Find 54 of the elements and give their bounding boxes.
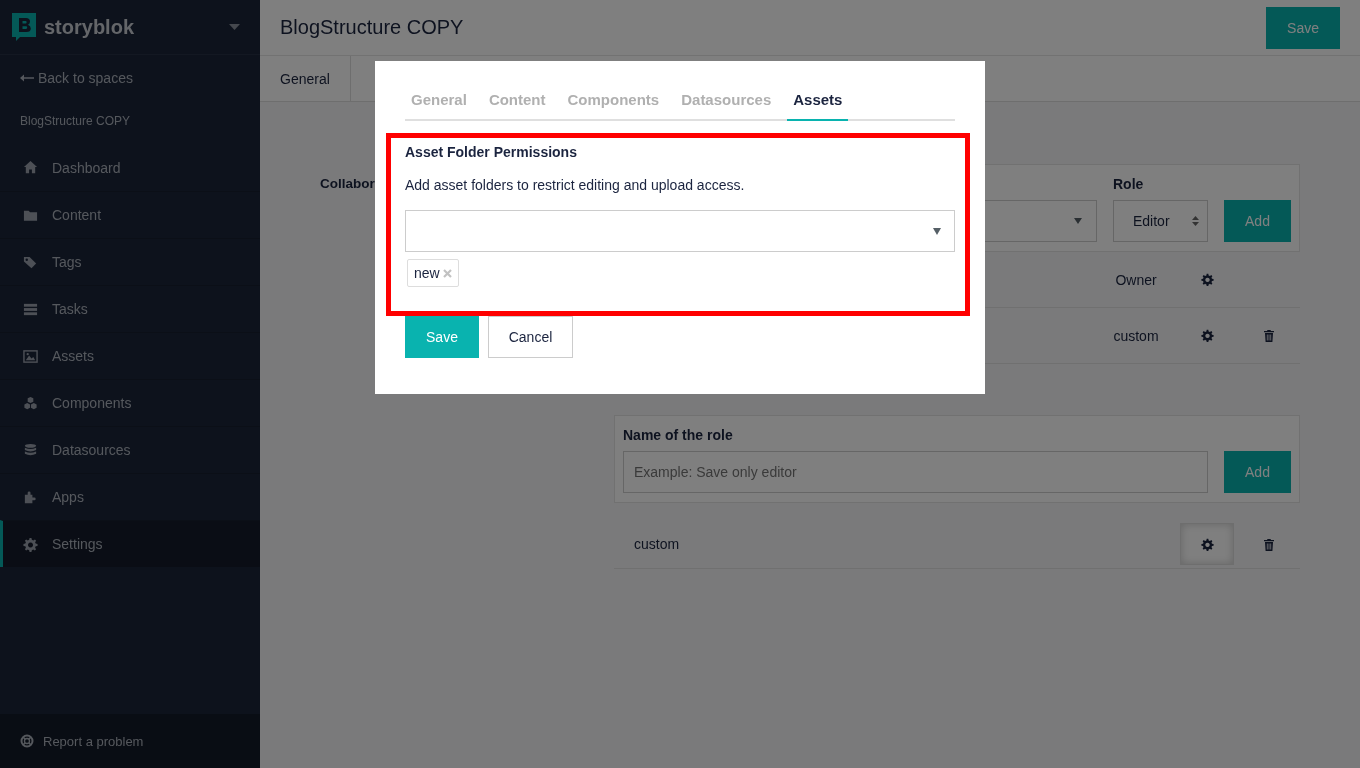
tab[interactable]: General: [260, 56, 351, 101]
cubes-icon: [23, 395, 38, 411]
dropdown-arrow-icon: [933, 227, 941, 235]
space-name: BlogStructure COPY: [19, 113, 132, 130]
image-icon: [23, 348, 38, 364]
add-button[interactable]: Add: [1224, 451, 1291, 493]
add-button[interactable]: Add: [1224, 200, 1291, 242]
save-button[interactable]: Save: [405, 316, 479, 358]
delete-button[interactable]: [1261, 327, 1277, 344]
settings-button[interactable]: [1198, 271, 1216, 288]
gear-icon: [1200, 273, 1214, 286]
save-button[interactable]: Save: [1266, 6, 1340, 49]
logo-icon: [12, 13, 36, 41]
close-icon: [442, 268, 452, 278]
section-label: Collabor: [320, 176, 375, 191]
trash-icon: [1263, 537, 1275, 551]
puzzle-icon: [23, 489, 38, 505]
field-label: Name of the role: [623, 427, 734, 443]
dropdown-arrow-icon: [1074, 218, 1082, 224]
database-icon: [23, 442, 38, 458]
list-icon: [23, 301, 38, 317]
report-link[interactable]: Report a problem: [20, 733, 144, 749]
role-name: custom: [633, 536, 681, 552]
cancel-button[interactable]: Cancel: [488, 316, 573, 358]
role-select[interactable]: Editor: [1113, 200, 1208, 242]
tab[interactable]: Datasources: [670, 81, 783, 121]
home-icon: [23, 160, 38, 175]
tab[interactable]: General: [405, 81, 478, 121]
gear-icon: [1200, 329, 1214, 342]
sort-arrows-icon: [1192, 216, 1199, 226]
role-name-field[interactable]: Example: Save only editor: [623, 451, 1208, 493]
arrow-left-icon: [20, 74, 34, 82]
tab[interactable]: Assets: [787, 81, 849, 121]
lifebuoy-icon: [20, 734, 34, 748]
settings-button[interactable]: [1180, 523, 1234, 565]
tags-icon: [23, 254, 38, 270]
caret-icon: [229, 24, 240, 30]
gear-icon: [23, 536, 38, 552]
tab[interactable]: Content: [477, 81, 557, 121]
settings-button[interactable]: [1198, 327, 1216, 344]
page-title: BlogStructure COPY: [280, 16, 464, 39]
tab[interactable]: Components: [556, 81, 671, 121]
trash-icon: [1263, 329, 1275, 342]
nav-item[interactable]: Settings: [0, 520, 260, 567]
tag-label: new: [414, 265, 440, 281]
brand-name: storyblok: [44, 15, 135, 39]
gear-icon: [1200, 537, 1214, 551]
section-heading: Asset Folder Permissions: [405, 144, 578, 160]
role-text: Owner: [1114, 271, 1158, 288]
field-label: Role: [1113, 176, 1145, 192]
back-link[interactable]: Back to spaces: [0, 55, 260, 100]
role-text: custom: [1112, 327, 1160, 344]
nav-item[interactable]: Dashboard: [0, 144, 260, 191]
description-text: Add asset folders to restrict editing and upload access.: [405, 177, 746, 193]
